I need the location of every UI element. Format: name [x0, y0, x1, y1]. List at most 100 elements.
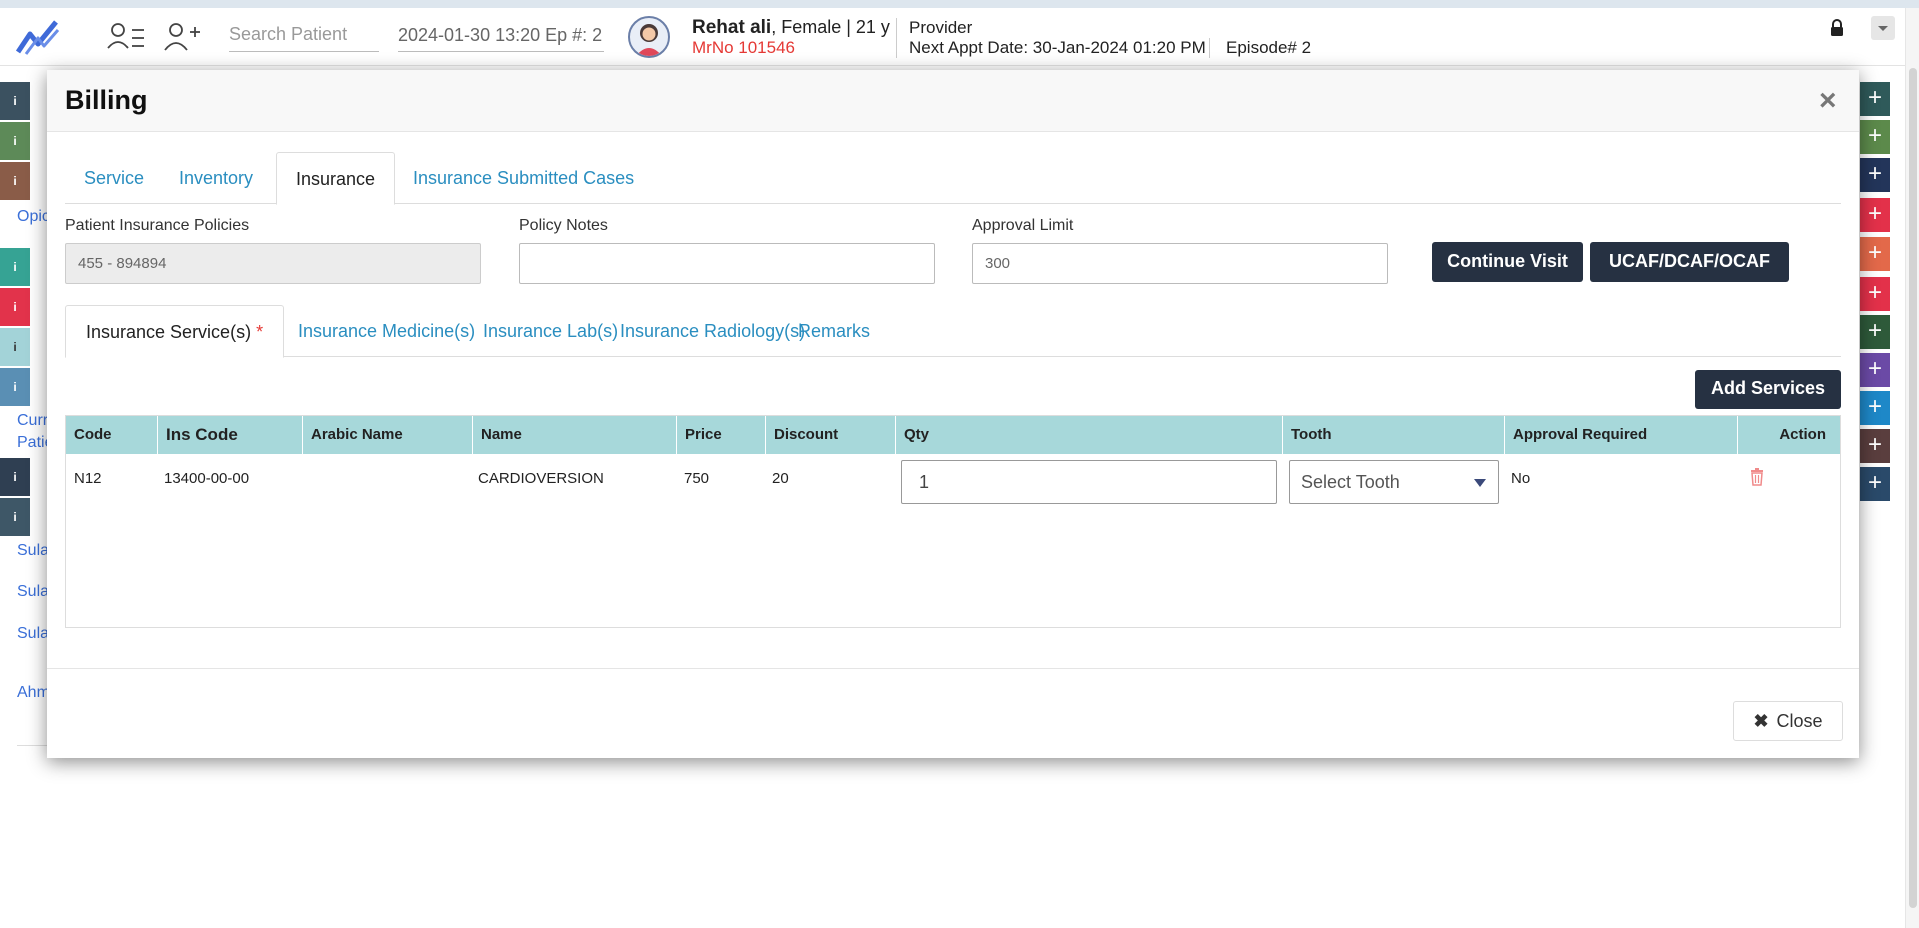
- header-divider: [896, 18, 897, 58]
- insurance-subtabs: Insurance Service(s) * Insurance Medicin…: [65, 305, 1841, 358]
- episode-number: Episode# 2: [1209, 38, 1311, 58]
- female-avatar-icon: [636, 24, 662, 56]
- column-header: Approval Required: [1505, 416, 1738, 454]
- background-link[interactable]: Patie: [17, 434, 47, 452]
- subtab-insurance-services[interactable]: Insurance Service(s) *: [65, 305, 285, 358]
- patient-name: Rehat ali, Female | 21 y: [692, 17, 890, 39]
- policy-notes-field[interactable]: [519, 243, 935, 284]
- policy-notes-label: Policy Notes: [519, 217, 608, 234]
- billing-tabs: Service Inventory Insurance Insurance Su…: [65, 152, 1841, 205]
- required-mark: *: [256, 322, 264, 342]
- approval-limit-field[interactable]: [972, 243, 1388, 284]
- column-header: Ins Code: [158, 416, 303, 454]
- column-header: Tooth: [1283, 416, 1505, 454]
- scrollbar-thumb[interactable]: [1909, 68, 1917, 908]
- info-icon[interactable]: i: [0, 82, 30, 120]
- add-icon[interactable]: +: [1860, 158, 1890, 192]
- background-link[interactable]: Sula: [17, 542, 47, 560]
- add-patient-icon[interactable]: [162, 20, 202, 54]
- info-icon[interactable]: i: [0, 328, 30, 366]
- cell-discount: 20: [772, 470, 789, 487]
- add-icon[interactable]: +: [1860, 82, 1890, 116]
- chevron-down-icon[interactable]: [1871, 16, 1895, 40]
- column-header: Action: [1779, 426, 1826, 443]
- subtab-remarks[interactable]: Remarks: [778, 305, 890, 357]
- patient-avatar: [628, 16, 670, 58]
- close-button-label: Close: [1776, 711, 1823, 731]
- cell-ins-code: 13400-00-00: [164, 470, 250, 487]
- tooth-select[interactable]: Select Tooth: [1289, 460, 1499, 504]
- search-patient-input[interactable]: [229, 18, 379, 52]
- background-link[interactable]: Sula: [17, 625, 47, 643]
- column-header: Code: [66, 416, 158, 454]
- tab-service[interactable]: Service: [65, 152, 163, 204]
- add-icon[interactable]: +: [1860, 429, 1890, 463]
- continue-visit-button[interactable]: Continue Visit: [1432, 242, 1583, 282]
- approval-limit-label: Approval Limit: [972, 217, 1074, 234]
- patient-mrno: MrNo 101546: [692, 38, 796, 57]
- page-scrollbar[interactable]: [1905, 8, 1919, 928]
- tab-insurance-submitted-cases[interactable]: Insurance Submitted Cases: [394, 152, 653, 204]
- background-divider: [17, 745, 47, 746]
- policies-label: Patient Insurance Policies: [65, 217, 250, 234]
- policies-field[interactable]: [65, 243, 481, 284]
- info-icon[interactable]: i: [0, 122, 30, 160]
- provider-label: Provider: [909, 18, 973, 37]
- patient-list-icon[interactable]: [106, 20, 146, 54]
- cell-approval-required: No: [1511, 470, 1531, 487]
- billing-modal: Billing × Service Inventory Insurance In…: [47, 70, 1859, 758]
- tab-inventory[interactable]: Inventory: [160, 152, 272, 204]
- info-icon[interactable]: i: [0, 368, 30, 406]
- table-header: Code Ins Code Arabic Name Name Price Dis…: [66, 416, 1840, 454]
- info-icon[interactable]: i: [0, 162, 30, 200]
- add-icon[interactable]: +: [1860, 315, 1890, 349]
- background-link[interactable]: Opic: [17, 208, 47, 226]
- info-icon[interactable]: i: [0, 498, 30, 536]
- column-header: Price: [677, 416, 766, 454]
- add-icon[interactable]: +: [1860, 391, 1890, 425]
- app-header: 2024-01-30 13:20 Ep #: 2 Rehat ali, Fema…: [0, 8, 1905, 66]
- info-icon[interactable]: i: [0, 248, 30, 286]
- modal-header: Billing ×: [47, 70, 1859, 132]
- background-link[interactable]: Ahm: [17, 684, 47, 702]
- cell-price: 750: [684, 470, 710, 487]
- column-header: Arabic Name: [303, 416, 473, 454]
- add-icon[interactable]: +: [1860, 237, 1890, 271]
- add-icon[interactable]: +: [1860, 467, 1890, 501]
- patient-info: , Female | 21 y: [771, 17, 890, 37]
- tooth-select-value: Select Tooth: [1301, 472, 1400, 492]
- trash-icon[interactable]: [1750, 468, 1764, 486]
- close-button[interactable]: ✖ Close: [1733, 701, 1843, 741]
- add-services-button[interactable]: Add Services: [1695, 370, 1841, 409]
- add-icon[interactable]: +: [1860, 120, 1890, 154]
- cell-code: N12: [74, 470, 102, 487]
- patient-name-bold: Rehat ali: [692, 17, 772, 38]
- modal-footer-divider: [47, 668, 1859, 669]
- info-icon[interactable]: i: [0, 458, 30, 496]
- browser-top-strip: [0, 0, 1919, 8]
- services-table: Code Ins Code Arabic Name Name Price Dis…: [65, 415, 1841, 628]
- next-appt: Next Appt Date: 30-Jan-2024 01:20 PM: [909, 38, 1206, 58]
- next-appt-value: 30-Jan-2024 01:20 PM: [1028, 38, 1206, 57]
- column-header: Discount: [766, 416, 896, 454]
- qty-input[interactable]: [901, 460, 1277, 504]
- background-link[interactable]: Sula: [17, 583, 47, 601]
- lock-icon[interactable]: [1829, 18, 1845, 38]
- next-appt-label: Next Appt Date:: [909, 38, 1029, 57]
- chart-logo-icon[interactable]: [16, 16, 60, 56]
- ucaf-button[interactable]: UCAF/DCAF/OCAF: [1590, 242, 1789, 282]
- tab-insurance[interactable]: Insurance: [276, 152, 396, 205]
- add-icon[interactable]: +: [1860, 353, 1890, 387]
- background-link[interactable]: Curr: [17, 412, 47, 430]
- add-icon[interactable]: +: [1860, 198, 1890, 232]
- cell-name: CARDIOVERSION: [478, 470, 604, 487]
- add-icon[interactable]: +: [1860, 277, 1890, 311]
- modal-title: Billing: [65, 85, 148, 115]
- close-icon: ✖: [1753, 711, 1769, 731]
- column-header: Name: [473, 416, 677, 454]
- subtab-insurance-services-label: Insurance Service(s): [86, 322, 252, 342]
- episode-select[interactable]: 2024-01-30 13:20 Ep #: 2: [398, 20, 604, 52]
- modal-close-icon[interactable]: ×: [1819, 86, 1837, 116]
- column-header: Qty: [896, 416, 1283, 454]
- info-icon[interactable]: i: [0, 288, 30, 326]
